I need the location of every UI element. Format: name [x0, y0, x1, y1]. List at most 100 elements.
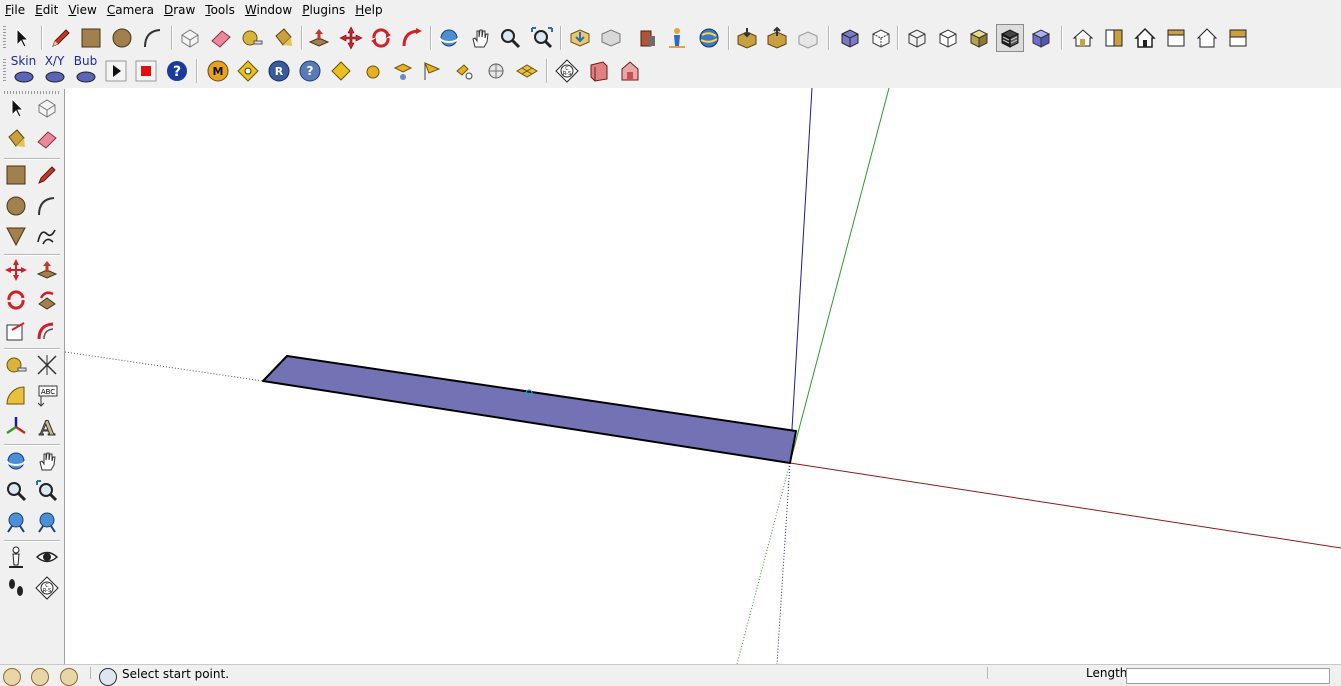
zoom-button[interactable]: [496, 24, 524, 52]
rectangle-tool-button[interactable]: [77, 24, 105, 52]
scale-tool-button[interactable]: [2, 317, 30, 345]
tag-plugin-button[interactable]: [234, 57, 262, 85]
plane-plugin-button[interactable]: [389, 57, 417, 85]
play-button[interactable]: [102, 57, 130, 85]
import-model-button[interactable]: [733, 24, 761, 52]
r-plugin-button[interactable]: R: [265, 57, 293, 85]
shaded-button[interactable]: [965, 24, 993, 52]
toolbar-grip[interactable]: [3, 59, 6, 83]
get-photo-texture-button[interactable]: [633, 24, 661, 52]
offset-tool-button[interactable]: [33, 317, 61, 345]
geolocation-icon[interactable]: [3, 668, 21, 686]
monochrome-button[interactable]: [1027, 24, 1055, 52]
protractor-button[interactable]: [2, 382, 30, 410]
share-model-button[interactable]: [597, 24, 625, 52]
3d-text-button[interactable]: A: [33, 413, 61, 441]
sphere-plugin-button[interactable]: [359, 57, 387, 85]
next-view-button[interactable]: [33, 508, 61, 536]
menu-view[interactable]: View: [63, 0, 101, 21]
menu-window[interactable]: Window: [240, 0, 297, 21]
section-house-button[interactable]: [616, 57, 644, 85]
left-view-button[interactable]: [1224, 24, 1252, 52]
front-view-button[interactable]: [1131, 24, 1159, 52]
look-around-button[interactable]: [33, 543, 61, 571]
m-plugin-button[interactable]: M: [204, 57, 232, 85]
arc-tool-button[interactable]: [139, 24, 167, 52]
cs-tool-button[interactable]: C R-S: [33, 574, 61, 602]
line-tool-button[interactable]: [33, 161, 61, 189]
user-icon[interactable]: [60, 668, 78, 686]
menu-tools[interactable]: Tools: [200, 0, 240, 21]
cs-tool-button[interactable]: C R-S: [553, 57, 581, 85]
orbit-button[interactable]: [2, 447, 30, 475]
top-view-button[interactable]: [1100, 24, 1128, 52]
menu-draw[interactable]: Draw: [159, 0, 200, 21]
follow-me-button[interactable]: [398, 24, 426, 52]
google-earth-button[interactable]: [695, 24, 723, 52]
eraser-tool-button[interactable]: [207, 24, 235, 52]
previous-view-button[interactable]: [2, 508, 30, 536]
zoom-button[interactable]: [2, 477, 30, 505]
ball-plugin-button[interactable]: [482, 57, 510, 85]
grid-plugin-button[interactable]: [513, 57, 541, 85]
menu-edit[interactable]: Edit: [30, 0, 63, 21]
circle-tool-button[interactable]: [2, 192, 30, 220]
stop-button[interactable]: [132, 57, 160, 85]
menu-file[interactable]: File: [0, 0, 30, 21]
model-canvas[interactable]: [65, 88, 1341, 664]
menu-camera[interactable]: Camera: [102, 0, 159, 21]
zoom-extents-button[interactable]: [528, 24, 556, 52]
toolbar-grip[interactable]: [3, 26, 6, 50]
credits-icon[interactable]: [31, 668, 49, 686]
drawing-viewport[interactable]: [65, 88, 1341, 664]
label-plugin-button[interactable]: [327, 57, 355, 85]
paint-bucket-button[interactable]: [2, 125, 30, 153]
menu-help[interactable]: Help: [350, 0, 387, 21]
pan-button[interactable]: [466, 24, 494, 52]
get-models-button[interactable]: [566, 24, 594, 52]
rotate-tool-button[interactable]: [2, 286, 30, 314]
iso-view-button[interactable]: [1069, 24, 1097, 52]
add-location-button[interactable]: [663, 24, 691, 52]
position-camera-button[interactable]: [2, 543, 30, 571]
select-tool-button[interactable]: [8, 24, 36, 52]
walk-button[interactable]: [2, 574, 30, 602]
tape-measure-button[interactable]: [238, 24, 266, 52]
rotate-tool-button[interactable]: [367, 24, 395, 52]
help-instructor-icon[interactable]: [99, 668, 117, 686]
move-tool-button[interactable]: [2, 256, 30, 284]
paint-bucket-button[interactable]: [269, 24, 297, 52]
section-plane-button[interactable]: [585, 57, 613, 85]
make-component-button[interactable]: [176, 24, 204, 52]
line-tool-button[interactable]: [47, 24, 75, 52]
selected-face[interactable]: [262, 355, 797, 464]
text-tool-button[interactable]: ABC: [33, 382, 61, 410]
pan-button[interactable]: [33, 447, 61, 475]
right-view-button[interactable]: [1162, 24, 1190, 52]
axes-tool-button[interactable]: [2, 413, 30, 441]
xy-plugin-button[interactable]: X/Y: [39, 55, 70, 85]
back-edges-button[interactable]: [867, 24, 895, 52]
eraser-tool-button[interactable]: [33, 125, 61, 153]
bub-plugin-button[interactable]: Bub: [70, 55, 101, 85]
xray-style-button[interactable]: [836, 24, 864, 52]
skin-plugin-button[interactable]: Skin: [8, 55, 39, 85]
zoom-window-button[interactable]: [33, 477, 61, 505]
rectangle-tool-button[interactable]: [2, 161, 30, 189]
follow-me-button[interactable]: [33, 286, 61, 314]
hidden-line-button[interactable]: [934, 24, 962, 52]
pin-plugin-button[interactable]: [450, 57, 478, 85]
wireframe-button[interactable]: [903, 24, 931, 52]
menu-plugins[interactable]: Plugins: [297, 0, 350, 21]
make-component-button[interactable]: [33, 94, 61, 122]
export-model-button[interactable]: [763, 24, 791, 52]
help-plugin-button[interactable]: ?: [163, 57, 191, 85]
tape-measure-button[interactable]: [2, 351, 30, 379]
dimension-tool-button[interactable]: [33, 351, 61, 379]
shaded-textures-button[interactable]: [996, 24, 1024, 52]
select-tool-button[interactable]: [2, 94, 30, 122]
arc-tool-button[interactable]: [33, 192, 61, 220]
measurements-input[interactable]: [1126, 668, 1330, 684]
push-pull-button[interactable]: [305, 24, 333, 52]
query-plugin-button[interactable]: ?: [296, 57, 324, 85]
